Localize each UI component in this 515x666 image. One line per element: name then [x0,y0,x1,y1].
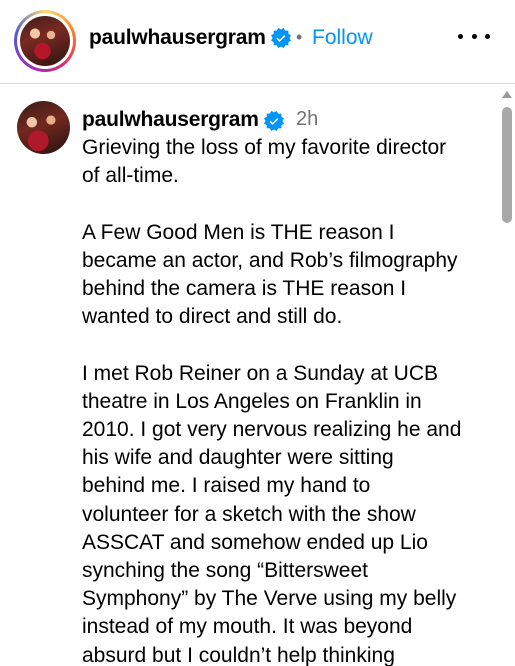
post-author-username[interactable]: paulwhausergram [82,108,259,132]
header-avatar [20,16,70,66]
follow-button[interactable]: Follow [312,26,373,50]
verified-badge-icon [264,111,284,131]
post-caption-section: paulwhausergram 2h Grieving the loss of … [0,85,515,666]
header-username[interactable]: paulwhausergram [89,26,266,50]
post-header: paulwhausergram • Follow [0,0,515,84]
scroll-thumb[interactable] [502,107,512,223]
scroll-up-arrow-icon[interactable] [502,91,512,98]
verified-badge-icon [271,28,291,48]
separator-dot: • [296,27,303,47]
post-caption-text: Grieving the loss of my favorite directo… [82,136,462,666]
post-author-avatar[interactable] [17,101,70,154]
caption-scrollbar[interactable] [499,85,515,666]
header-avatar-story-ring[interactable] [14,10,76,72]
post-timestamp[interactable]: 2h [296,108,318,131]
more-options-icon[interactable] [458,24,490,48]
